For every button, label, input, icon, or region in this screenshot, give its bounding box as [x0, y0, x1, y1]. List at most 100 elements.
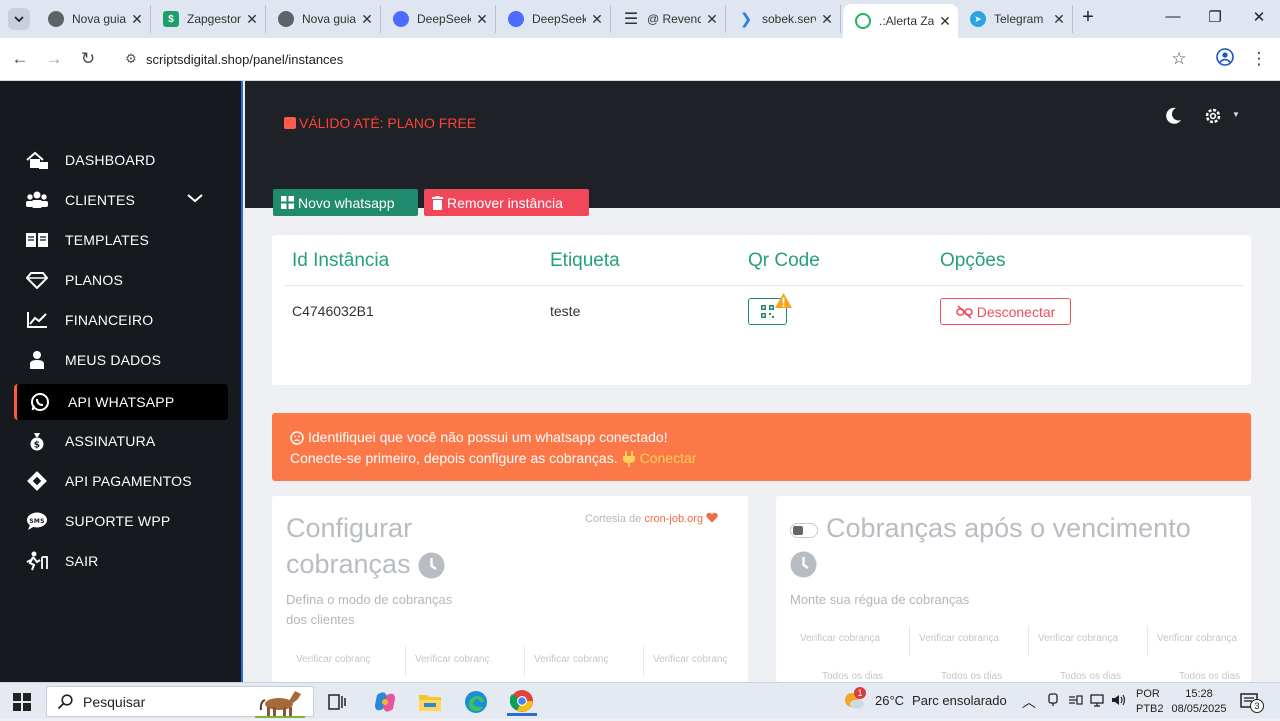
browser-tab[interactable]: ❯ sobek.server ✕	[726, 5, 841, 33]
sidebar-item-clientes[interactable]: CLIENTES	[14, 182, 228, 218]
frequency-option[interactable]: Todos os dias	[1179, 671, 1240, 682]
close-icon[interactable]: ✕	[705, 11, 719, 28]
card-subtitle-line-2: dos clientes	[286, 612, 355, 627]
volume-icon[interactable]	[1111, 693, 1127, 710]
close-icon[interactable]: ✕	[130, 11, 144, 28]
browser-tab[interactable]: DeepSeek ✕	[381, 5, 496, 33]
caret-down-icon[interactable]: ▼	[1232, 110, 1240, 119]
column-header-id: Id Instância	[292, 250, 390, 271]
overdue-billing-card: Cobranças após o vencimento Monte sua ré…	[776, 496, 1251, 682]
notification-center-button[interactable]: 3	[1240, 692, 1264, 717]
sidebar-item-meus-dados[interactable]: MEUS DADOS	[14, 342, 228, 378]
dark-mode-toggle[interactable]	[1163, 106, 1183, 131]
forward-button[interactable]: →	[43, 48, 65, 70]
chrome-app[interactable]	[507, 688, 537, 716]
svg-text:$: $	[34, 441, 40, 451]
home-icon	[24, 150, 50, 170]
clock-date: 08/05/2025	[1171, 703, 1227, 715]
connect-link[interactable]: Conectar	[640, 448, 697, 469]
frequency-option[interactable]: Todos os dias	[822, 671, 883, 682]
weather-sun-icon: 1	[843, 687, 866, 711]
close-icon[interactable]: ✕	[360, 11, 374, 28]
bookmark-star-icon[interactable]: ☆	[1168, 48, 1190, 70]
chevron-down-icon[interactable]	[186, 191, 204, 207]
trash-icon	[432, 195, 443, 210]
browser-tab[interactable]: ➤ Telegram ✕	[958, 5, 1073, 33]
overdue-billing-toggle[interactable]	[790, 523, 818, 538]
network-icon[interactable]	[1090, 693, 1106, 710]
close-icon[interactable]: ✕	[820, 11, 834, 28]
browser-tab[interactable]: Nova guia ✕	[266, 5, 381, 33]
chrome-icon	[48, 11, 64, 27]
tab-title: DeepSeek	[532, 12, 586, 26]
more-menu-icon[interactable]: ⋮	[1248, 48, 1270, 70]
new-tab-button[interactable]: +	[1078, 7, 1098, 28]
meet-now-icon[interactable]	[1046, 693, 1060, 710]
close-icon[interactable]: ✕	[590, 11, 604, 28]
sidebar-item-label: TEMPLATES	[65, 232, 150, 248]
frequency-option[interactable]: Todos os dias	[1060, 671, 1121, 682]
edge-icon	[465, 691, 487, 713]
remove-instance-button[interactable]: Remover instância	[424, 189, 589, 216]
file-explorer-app[interactable]	[415, 688, 445, 716]
column-header-options: Opções	[940, 250, 1006, 271]
windows-start-button[interactable]	[13, 693, 31, 711]
browser-tab-active[interactable]: .:Alerta Zap ✕	[843, 4, 958, 38]
network-activity-icon[interactable]	[1067, 693, 1083, 710]
sidebar-item-label: FINANCEIRO	[65, 312, 154, 328]
browser-tab[interactable]: ☰ @ Revenda ✕	[611, 5, 726, 33]
taskbar-search[interactable]: Pesquisar	[46, 686, 314, 718]
close-icon[interactable]: ✕	[1052, 11, 1066, 28]
sidebar-item-sair[interactable]: SAIR	[14, 543, 228, 579]
close-icon[interactable]: ✕	[938, 13, 952, 30]
reload-button[interactable]: ↻	[77, 48, 99, 70]
sms-icon: SMS	[24, 511, 50, 531]
weather-widget[interactable]: 1 26°C Parc ensolarado	[843, 687, 1007, 711]
check-billing-column: Verificar cobrança	[1157, 633, 1238, 644]
sad-face-icon	[290, 430, 304, 445]
tab-title: sobek.server	[762, 12, 816, 26]
windows-logo-icon	[23, 703, 31, 711]
warning-icon	[774, 292, 793, 314]
close-icon[interactable]: ✕	[475, 11, 489, 28]
profile-icon[interactable]	[1214, 48, 1236, 70]
sidebar-item-suporte-wpp[interactable]: SMS SUPORTE WPP	[14, 503, 228, 539]
close-window-button[interactable]: ✕	[1244, 8, 1274, 30]
close-icon[interactable]: ✕	[245, 11, 259, 28]
new-whatsapp-button[interactable]: Novo whatsapp	[273, 189, 418, 216]
sidebar-item-financeiro[interactable]: FINANCEIRO	[14, 302, 228, 338]
url-field[interactable]: ⚙ scriptsdigital.shop/panel/instances	[112, 43, 1202, 75]
copilot-app[interactable]	[370, 688, 400, 716]
chart-line-icon	[24, 310, 50, 330]
sidebar-item-planos[interactable]: PLANOS	[14, 262, 228, 298]
alert-text-1: Identifiquei que você não possui um what…	[308, 429, 668, 445]
card-subtitle: Defina o modo de cobranças dos clientes	[286, 590, 452, 630]
sidebar-item-dashboard[interactable]: DASHBOARD	[14, 142, 228, 178]
edge-app[interactable]	[461, 688, 491, 716]
courtesy-note: Cortesia de cron-job.org	[585, 512, 718, 525]
address-bar: ← → ↻ ⚙ scriptsdigital.shop/panel/instan…	[0, 38, 1280, 81]
browser-tab[interactable]: DeepSeek ✕	[496, 5, 611, 33]
taskbar-clock[interactable]: 15:28 08/05/2025	[1170, 687, 1228, 717]
language-indicator[interactable]: POR PTB2	[1136, 687, 1164, 717]
browser-tab[interactable]: Nova guia ✕	[36, 5, 151, 33]
alert-line-1: Identifiquei que você não possui um what…	[290, 427, 1233, 448]
tab-search-button[interactable]	[8, 8, 30, 30]
back-button[interactable]: ←	[9, 48, 31, 70]
minimize-button[interactable]: —	[1158, 8, 1188, 30]
browser-tab[interactable]: $ Zapgestor ✕	[151, 5, 266, 33]
sidebar-item-assinatura[interactable]: $ ASSINATURA	[14, 423, 228, 459]
sidebar-item-templates[interactable]: TEMPLATES	[14, 222, 228, 258]
card-title: Cobranças após o vencimento	[826, 513, 1191, 543]
disconnect-button[interactable]: Desconectar	[940, 298, 1071, 325]
sidebar-item-api-whatsapp[interactable]: API WHATSAPP	[14, 384, 228, 420]
settings-button[interactable]	[1203, 106, 1223, 131]
task-view-button[interactable]	[322, 688, 352, 716]
cron-job-link[interactable]: cron-job.org	[644, 513, 703, 525]
users-icon	[24, 190, 50, 210]
site-info-icon[interactable]: ⚙	[116, 51, 146, 67]
sidebar-item-api-pagamentos[interactable]: API PAGAMENTOS	[14, 463, 228, 499]
frequency-option[interactable]: Todos os dias	[941, 671, 1002, 682]
tray-expand-icon[interactable]: ︿	[1022, 692, 1036, 712]
restore-button[interactable]: ❐	[1200, 8, 1230, 30]
